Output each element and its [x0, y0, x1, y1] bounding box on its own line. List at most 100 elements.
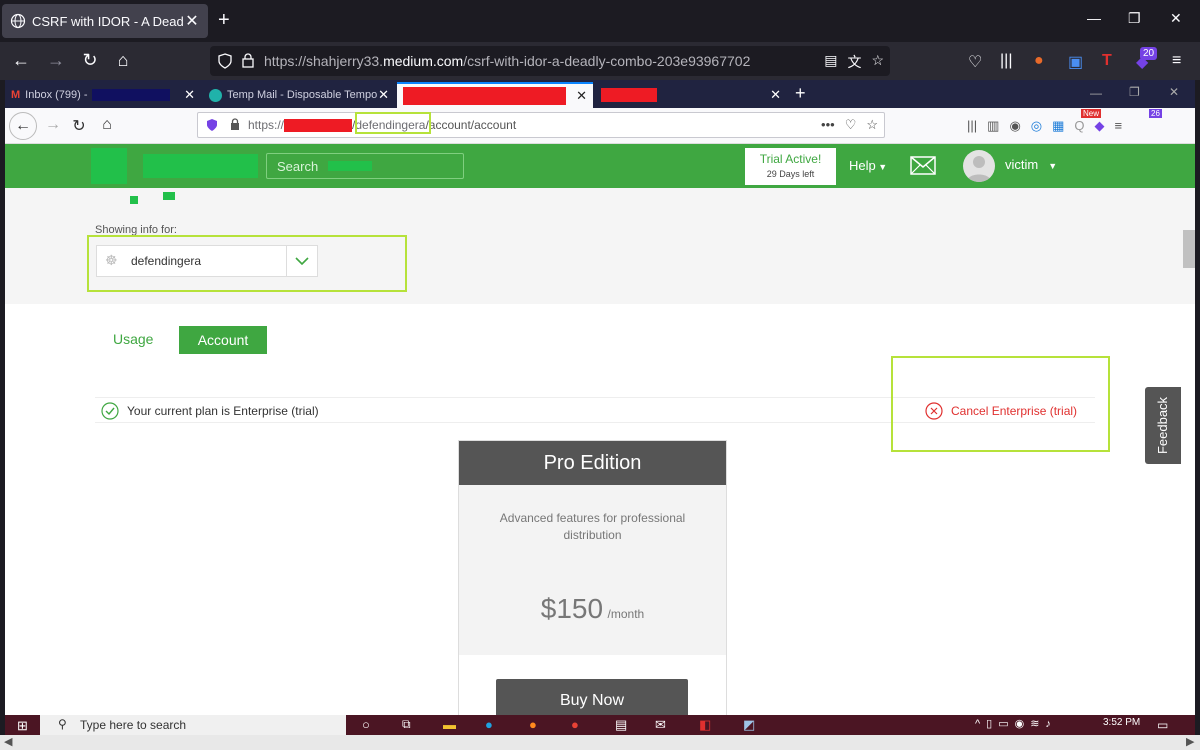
reload-icon[interactable]: ↻	[79, 50, 101, 71]
pocket-icon[interactable]: ♡	[845, 117, 857, 133]
help-menu[interactable]: Help ▼	[849, 158, 887, 173]
outer-nav-bar: ← → ↻ ⌂ https://shahjerry33. medium.com/c…	[0, 42, 1200, 80]
chrome-icon[interactable]: ●	[571, 717, 579, 732]
extension-q-icon[interactable]: Q	[1074, 118, 1084, 134]
sidebar-icon[interactable]: ▥	[987, 118, 999, 134]
inner-tab-title: Inbox (799) -	[25, 89, 88, 101]
lock-icon	[242, 53, 254, 68]
user-menu[interactable]: victim ▼	[1005, 157, 1057, 172]
reader-view-icon[interactable]: ▤	[824, 52, 837, 72]
close-tab-icon[interactable]: ✕	[184, 87, 195, 103]
edge-icon[interactable]: ●	[485, 717, 493, 732]
restore-icon[interactable]: ❐	[1128, 10, 1141, 27]
inner-tab-redacted[interactable]: ✕	[595, 82, 787, 108]
redaction-bar	[601, 88, 657, 102]
bookmark-star-icon[interactable]: ☆	[866, 117, 878, 133]
extension-t-icon[interactable]: T	[1102, 52, 1112, 70]
outer-active-tab[interactable]: CSRF with IDOR - A Deadly Con ✕	[2, 4, 208, 38]
avatar[interactable]	[963, 150, 995, 182]
outer-url-bar[interactable]: https://shahjerry33. medium.com/csrf-with…	[210, 46, 890, 76]
tray-icons[interactable]: ^▯▭◉≋♪	[975, 717, 1057, 730]
extension-translate-icon[interactable]: ▣	[1068, 52, 1083, 72]
inner-tab-active[interactable]: ✕	[397, 82, 593, 108]
file-explorer-icon[interactable]: ▬	[443, 717, 456, 732]
inner-tab-tempmail[interactable]: Temp Mail - Disposable Tempo ✕	[203, 82, 395, 108]
help-label: Help	[849, 158, 876, 173]
back-icon[interactable]: ←	[10, 50, 32, 71]
bookmark-star-icon[interactable]: ☆	[871, 52, 884, 72]
outer-url-path: /csrf-with-idor-a-deadly-combo-203e93967…	[463, 53, 751, 69]
trial-badge[interactable]: Trial Active! 29 Days left	[745, 148, 836, 185]
redaction-dot	[163, 192, 175, 200]
user-name: victim	[1005, 157, 1039, 172]
close-tab-icon[interactable]: ✕	[184, 11, 200, 31]
app-header: Search Trial Active! 29 Days left Help ▼…	[5, 144, 1195, 188]
cortana-icon[interactable]: ○	[362, 717, 370, 732]
notification-icon[interactable]: ▭	[1157, 718, 1168, 732]
library-icon[interactable]: |||	[967, 118, 977, 134]
app-icon[interactable]: ◩	[743, 717, 755, 733]
firefox-icon[interactable]: ●	[529, 717, 537, 732]
brand-redacted	[143, 154, 258, 178]
minimize-icon[interactable]: —	[1087, 10, 1101, 26]
inner-nav-bar: ← → ↻ ⌂ https:// / defendingera/account/a…	[5, 108, 1195, 144]
org-info-band: Showing info for: ☸ defendingera	[5, 188, 1195, 304]
scroll-right-icon[interactable]: ▶	[1186, 735, 1194, 748]
trial-title: Trial Active!	[759, 152, 822, 166]
account-icon[interactable]: ◉	[1009, 118, 1020, 134]
outer-tab-title: CSRF with IDOR - A Deadly Con	[32, 13, 184, 29]
pocket-icon[interactable]: ♡	[968, 52, 982, 72]
extension-cc-icon[interactable]: ◎	[1031, 118, 1042, 134]
check-circle-icon	[101, 402, 119, 420]
inner-browser: M Inbox (799) - ✕ Temp Mail - Disposable…	[5, 80, 1195, 715]
close-tab-icon[interactable]: ✕	[770, 87, 781, 103]
redaction-bar	[91, 89, 170, 101]
menu-icon[interactable]: ≡	[1172, 52, 1181, 70]
home-icon[interactable]: ⌂	[97, 116, 117, 134]
new-tab-icon[interactable]: +	[218, 9, 230, 32]
redaction-dot	[130, 196, 138, 204]
close-window-icon[interactable]: ✕	[1169, 85, 1179, 99]
library-icon[interactable]: |||	[1000, 52, 1012, 70]
extension-news-icon[interactable]: ▦	[1052, 118, 1064, 134]
close-window-icon[interactable]: ✕	[1170, 10, 1182, 27]
tab-account[interactable]: Account	[179, 326, 267, 354]
mail-app-icon[interactable]: ✉	[655, 717, 666, 733]
forward-icon[interactable]: →	[45, 50, 67, 71]
notepad-icon[interactable]: ▤	[615, 717, 627, 733]
task-view-icon[interactable]: ⧉	[402, 717, 411, 732]
extension-fox-icon[interactable]: ●	[1034, 52, 1044, 70]
horizontal-scrollbar[interactable]: ◀ ▶	[0, 735, 1200, 750]
forward-icon[interactable]: →	[43, 116, 63, 134]
highlight-org-box	[87, 235, 407, 292]
close-tab-icon[interactable]: ✕	[576, 88, 587, 104]
back-icon[interactable]: ←	[9, 112, 37, 140]
search-input[interactable]: Search	[266, 153, 464, 179]
scroll-left-icon[interactable]: ◀	[4, 735, 12, 748]
more-actions-icon[interactable]: •••	[821, 117, 835, 133]
buy-now-button[interactable]: Buy Now	[496, 679, 688, 715]
new-tab-icon[interactable]: +	[795, 83, 806, 104]
scrollbar-thumb[interactable]	[1183, 230, 1195, 268]
extension-purple-icon[interactable]: ◆	[1095, 118, 1105, 134]
inner-tab-inbox[interactable]: M Inbox (799) - ✕	[5, 82, 201, 108]
inner-url-bar[interactable]: https:// / defendingera/account/account •…	[197, 112, 885, 138]
feedback-tab[interactable]: Feedback	[1145, 387, 1181, 464]
home-icon[interactable]: ⌂	[112, 50, 134, 71]
mail-icon[interactable]	[910, 156, 936, 175]
price-amount: $150	[540, 593, 604, 624]
caret-down-icon: ▼	[1048, 161, 1058, 171]
minimize-icon[interactable]: —	[1090, 86, 1102, 100]
translate-icon[interactable]: 文	[847, 52, 861, 72]
outer-url-prefix: https://shahjerry33.	[264, 53, 384, 69]
reload-icon[interactable]: ↻	[69, 116, 89, 136]
burp-icon[interactable]: ◧	[699, 717, 711, 733]
outer-url-host: medium.com	[383, 53, 464, 69]
restore-icon[interactable]: ❐	[1129, 85, 1140, 99]
menu-icon[interactable]: ≡	[1115, 118, 1123, 134]
taskbar-search-input[interactable]: ⚲ Type here to search	[40, 715, 346, 735]
windows-start-icon[interactable]: ⊞	[17, 718, 28, 734]
tab-usage[interactable]: Usage	[113, 331, 153, 347]
close-tab-icon[interactable]: ✕	[378, 87, 389, 103]
globe-icon	[10, 13, 26, 29]
